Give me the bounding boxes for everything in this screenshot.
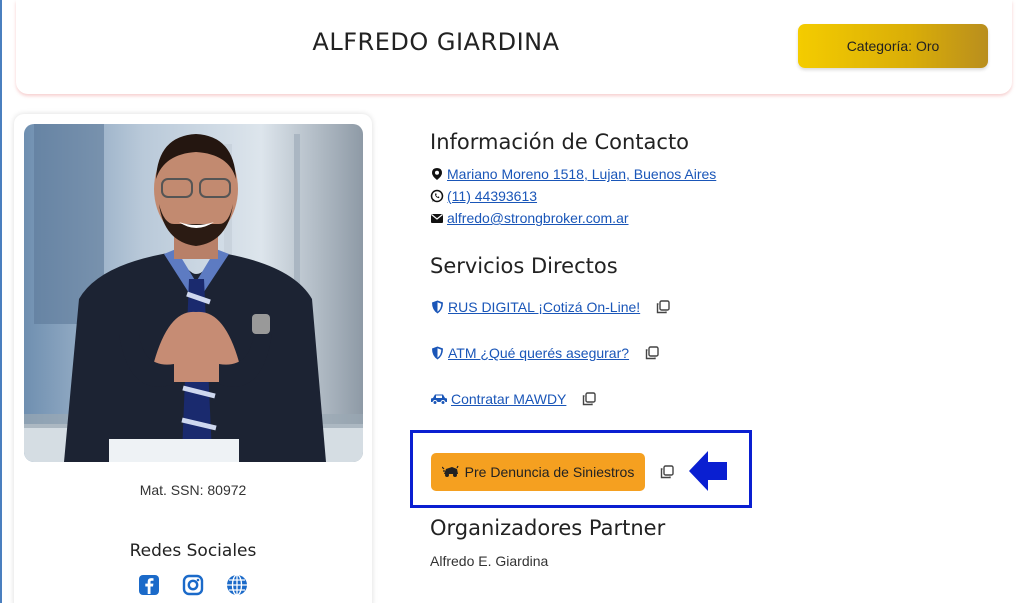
globe-icon[interactable] — [226, 574, 248, 596]
partners-title: Organizadores Partner — [430, 516, 666, 540]
social-title: Redes Sociales — [129, 541, 257, 561]
copy-icon[interactable] — [660, 465, 674, 479]
arrow-left-icon — [688, 450, 728, 492]
service-rus: RUS DIGITAL ¡Cotizá On-Line! — [430, 299, 670, 315]
service-rus-link[interactable]: RUS DIGITAL ¡Cotizá On-Line! — [448, 299, 640, 315]
agent-name: ALFREDO GIARDINA — [312, 28, 560, 56]
service-atm: ATM ¿Qué querés asegurar? — [430, 345, 659, 361]
phone-link[interactable]: (11) 44393613 — [447, 188, 537, 204]
service-mawdy: Contratar MAWDY — [430, 391, 597, 407]
category-badge-button[interactable]: Categoría: Oro — [798, 24, 988, 68]
contact-email: alfredo@strongbroker.com.ar — [430, 210, 629, 226]
envelope-icon — [430, 211, 444, 225]
pre-denuncia-button[interactable]: Pre Denuncia de Siniestros — [431, 453, 645, 491]
social-links — [138, 574, 248, 596]
facebook-icon[interactable] — [138, 574, 160, 596]
shield-icon — [430, 300, 445, 314]
pre-denuncia-label: Pre Denuncia de Siniestros — [464, 464, 635, 480]
copy-icon[interactable] — [645, 346, 659, 360]
contact-address: Mariano Moreno 1518, Lujan, Buenos Aires — [430, 166, 716, 182]
service-atm-link[interactable]: ATM ¿Qué querés asegurar? — [448, 345, 629, 361]
profile-header: ALFREDO GIARDINA Categoría: Oro — [16, 0, 1012, 94]
whatsapp-icon — [430, 189, 444, 203]
address-link[interactable]: Mariano Moreno 1518, Lujan, Buenos Aires — [447, 166, 716, 182]
page-left-border — [0, 0, 2, 603]
copy-icon[interactable] — [582, 392, 597, 406]
map-marker-icon — [430, 167, 444, 181]
services-title: Servicios Directos — [430, 254, 618, 278]
service-mawdy-link[interactable]: Contratar MAWDY — [451, 391, 566, 407]
instagram-icon[interactable] — [182, 574, 204, 596]
profile-photo — [24, 124, 363, 462]
partner-name: Alfredo E. Giardina — [430, 553, 549, 569]
email-link[interactable]: alfredo@strongbroker.com.ar — [447, 210, 629, 226]
car-icon — [430, 392, 448, 406]
registration-number: Mat. SSN: 80972 — [139, 482, 247, 498]
contact-phone: (11) 44393613 — [430, 188, 537, 204]
contact-title: Información de Contacto — [430, 130, 690, 154]
copy-icon[interactable] — [656, 300, 670, 314]
car-crash-icon — [441, 465, 460, 479]
profile-card: Mat. SSN: 80972 Redes Sociales — [14, 114, 372, 603]
shield-icon — [430, 346, 445, 360]
